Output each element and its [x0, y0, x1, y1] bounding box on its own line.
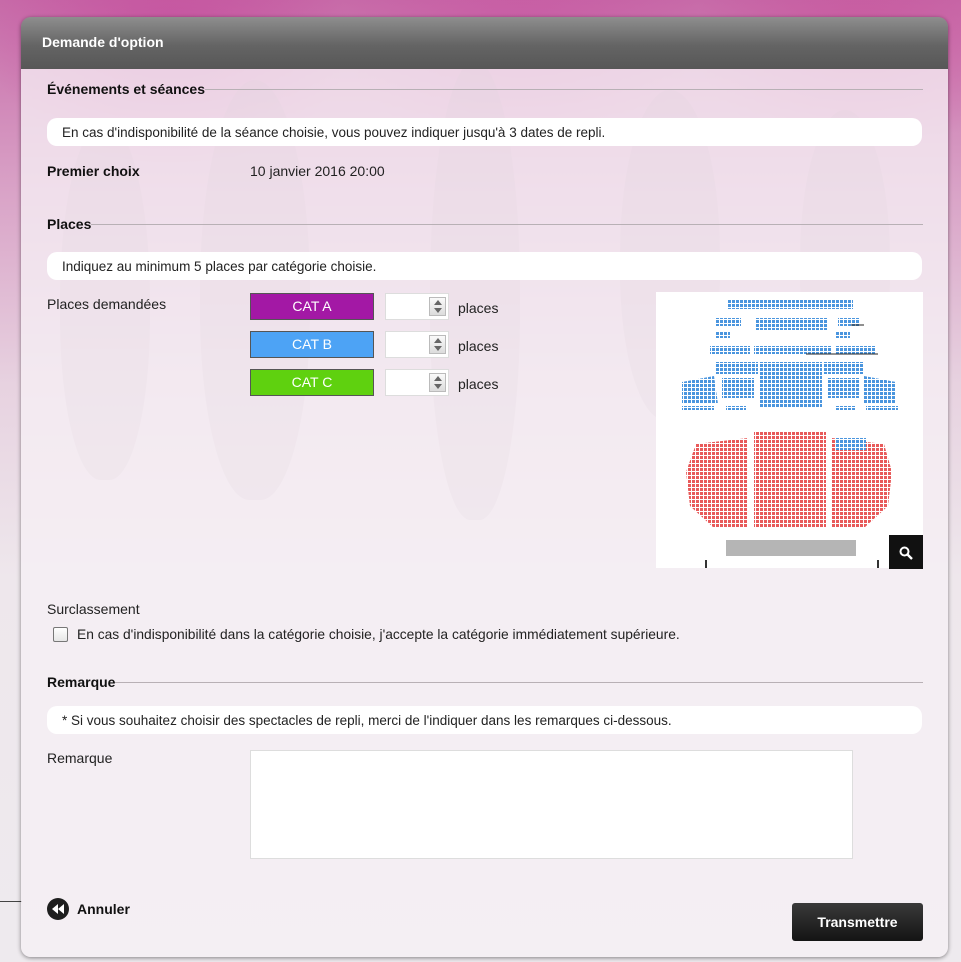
upgrade-checkbox[interactable]: [53, 627, 68, 642]
section-divider: [204, 88, 923, 90]
upgrade-checkbox-label[interactable]: En cas d'indisponibilité dans la catégor…: [77, 627, 680, 642]
category-a-quantity-stepper[interactable]: [385, 293, 449, 320]
places-heading-text: Places: [47, 216, 92, 232]
remark-heading-text: Remarque: [47, 674, 116, 690]
edge-line: [0, 901, 22, 902]
zoom-map-button[interactable]: [889, 535, 923, 569]
category-c-unit: places: [458, 376, 499, 392]
first-choice-label: Premier choix: [47, 163, 140, 179]
seating-plan-image: [656, 292, 923, 568]
section-divider: [115, 681, 923, 683]
category-b-badge: CAT B: [250, 331, 374, 358]
category-b-unit: places: [458, 338, 499, 354]
events-note: En cas d'indisponibilité de la séance ch…: [47, 118, 922, 146]
category-a-badge: CAT A: [250, 293, 374, 320]
spinner-arrows-icon[interactable]: [429, 373, 446, 392]
option-request-dialog: Demande d'option Événements et séances E…: [21, 17, 948, 957]
places-section-heading: Places: [47, 214, 923, 234]
upgrade-label: Surclassement: [47, 601, 140, 617]
events-section-heading: Événements et séances: [47, 79, 923, 99]
category-a-unit: places: [458, 300, 499, 316]
dialog-title: Demande d'option: [21, 17, 948, 69]
spinner-arrows-icon[interactable]: [429, 297, 446, 316]
places-requested-label: Places demandées: [47, 296, 167, 312]
cancel-label: Annuler: [77, 901, 130, 917]
search-icon: [899, 546, 913, 561]
remark-field-label: Remarque: [47, 750, 113, 766]
category-b-quantity-stepper[interactable]: [385, 331, 449, 358]
places-note: Indiquez au minimum 5 places par catégor…: [47, 252, 922, 280]
remark-section-heading: Remarque: [47, 672, 923, 692]
first-choice-value: 10 janvier 2016 20:00: [250, 163, 385, 179]
remark-textarea[interactable]: [250, 750, 853, 859]
cancel-button[interactable]: Annuler: [47, 897, 130, 921]
submit-button[interactable]: Transmettre: [792, 903, 923, 941]
category-c-quantity-stepper[interactable]: [385, 369, 449, 396]
section-divider: [91, 223, 923, 225]
category-c-badge: CAT C: [250, 369, 374, 396]
spinner-arrows-icon[interactable]: [429, 335, 446, 354]
rewind-icon: [47, 898, 69, 920]
events-heading-text: Événements et séances: [47, 81, 205, 97]
remark-note: * Si vous souhaitez choisir des spectacl…: [47, 706, 922, 734]
